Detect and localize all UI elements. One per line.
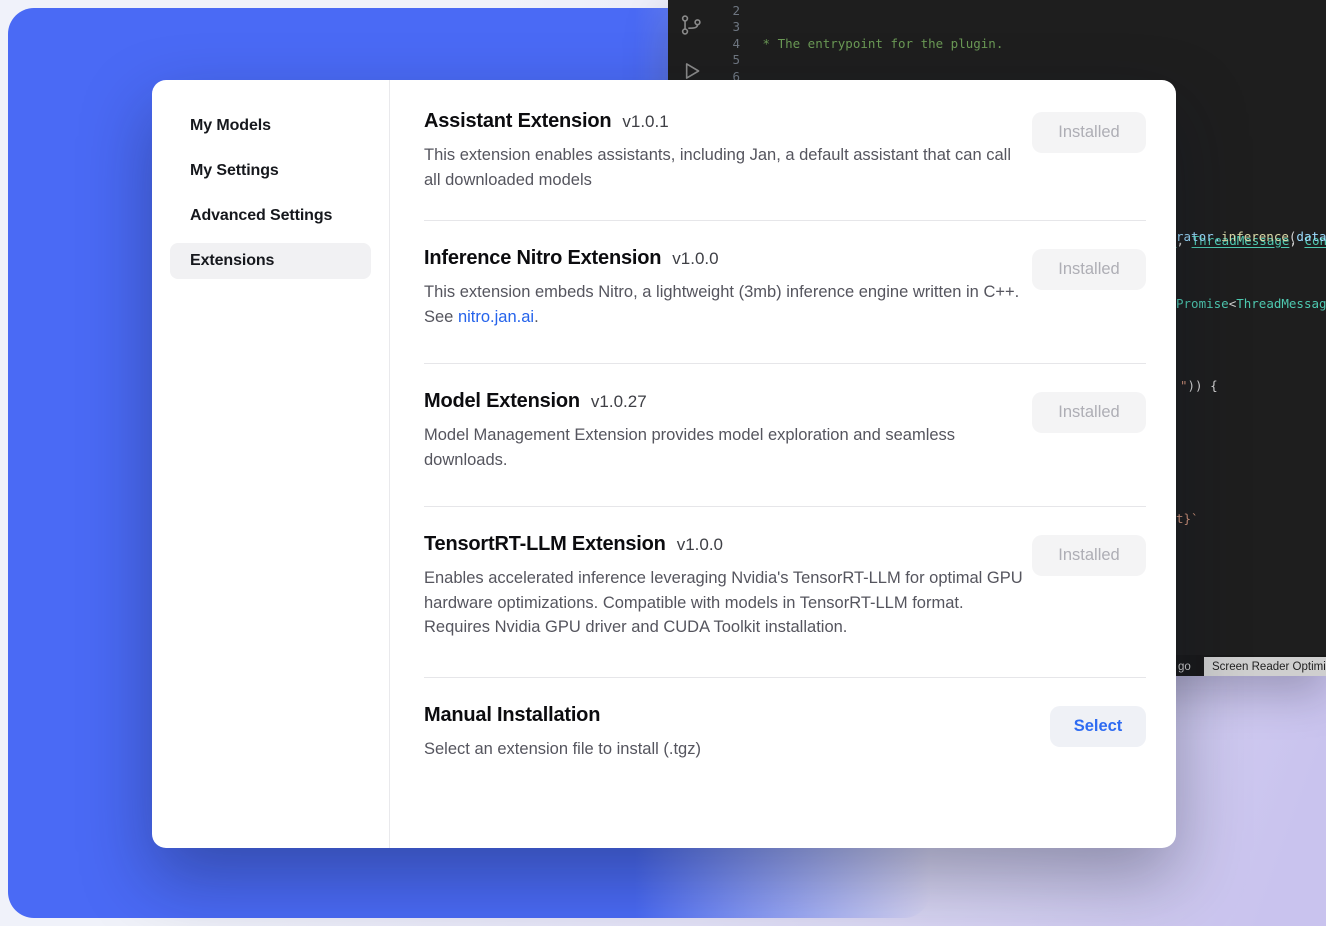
select-file-button[interactable]: Select [1050, 706, 1146, 747]
code-fragment: ")) { [1180, 378, 1218, 394]
extension-row-assistant: Assistant Extension v1.0.1 This extensio… [424, 80, 1146, 221]
settings-modal: My Models My Settings Advanced Settings … [152, 80, 1176, 848]
extension-description: Enables accelerated inference leveraging… [424, 566, 1024, 640]
extension-name: Model Extension [424, 390, 580, 413]
extensions-panel: Assistant Extension v1.0.1 This extensio… [390, 80, 1176, 848]
extension-row-tensorrt: TensortRT-LLM Extension v1.0.0 Enables a… [424, 507, 1146, 678]
extension-version: v1.0.0 [677, 535, 723, 555]
extension-info: Model Extension v1.0.27 Model Management… [424, 390, 969, 472]
extension-info: TensortRT-LLM Extension v1.0.0 Enables a… [424, 533, 1024, 640]
installed-button[interactable]: Installed [1032, 249, 1146, 290]
screen-reader-status-badge[interactable]: Screen Reader Optimized [1204, 657, 1326, 676]
editor-line-numbers: 2 3 4 5 6 [718, 3, 740, 85]
extension-name: TensortRT-LLM Extension [424, 533, 666, 556]
extension-version: v1.0.0 [672, 249, 718, 269]
extension-description: This extension enables assistants, inclu… [424, 143, 1024, 192]
extension-name: Inference Nitro Extension [424, 247, 661, 270]
sidebar-item-extensions[interactable]: Extensions [170, 243, 371, 279]
source-control-icon[interactable] [678, 12, 704, 38]
sidebar-item-advanced-settings[interactable]: Advanced Settings [170, 198, 371, 234]
extension-row-nitro: Inference Nitro Extension v1.0.0 This ex… [424, 221, 1146, 364]
extension-description: Model Management Extension provides mode… [424, 423, 969, 472]
extension-info: Manual Installation Select an extension … [424, 704, 701, 762]
extension-description: This extension embeds Nitro, a lightweig… [424, 280, 1024, 329]
installed-button[interactable]: Installed [1032, 535, 1146, 576]
extension-row-model: Model Extension v1.0.27 Model Management… [424, 364, 1146, 507]
extension-version: v1.0.1 [622, 112, 668, 132]
manual-installation-row: Manual Installation Select an extension … [424, 678, 1146, 762]
sidebar-item-my-models[interactable]: My Models [170, 108, 371, 144]
installed-button[interactable]: Installed [1032, 112, 1146, 153]
settings-sidebar: My Models My Settings Advanced Settings … [152, 80, 390, 848]
description-text: . [534, 308, 539, 326]
code-fragment: Promise<ThreadMessage> [1176, 296, 1326, 312]
code-line: * The entrypoint for the plugin. [755, 36, 1326, 52]
extension-info: Inference Nitro Extension v1.0.0 This ex… [424, 247, 1024, 329]
sidebar-item-my-settings[interactable]: My Settings [170, 153, 371, 189]
extension-name: Assistant Extension [424, 110, 611, 133]
manual-installation-description: Select an extension file to install (.tg… [424, 737, 701, 762]
installed-button[interactable]: Installed [1032, 392, 1146, 433]
code-fragment: t}` [1176, 511, 1199, 527]
status-text: go [1178, 659, 1191, 675]
code-fragment: rator.inference(data)); [1176, 229, 1326, 245]
nitro-jan-ai-link[interactable]: nitro.jan.ai [458, 308, 534, 326]
extension-version: v1.0.27 [591, 392, 647, 412]
extension-info: Assistant Extension v1.0.1 This extensio… [424, 110, 1024, 192]
manual-installation-title: Manual Installation [424, 704, 600, 727]
